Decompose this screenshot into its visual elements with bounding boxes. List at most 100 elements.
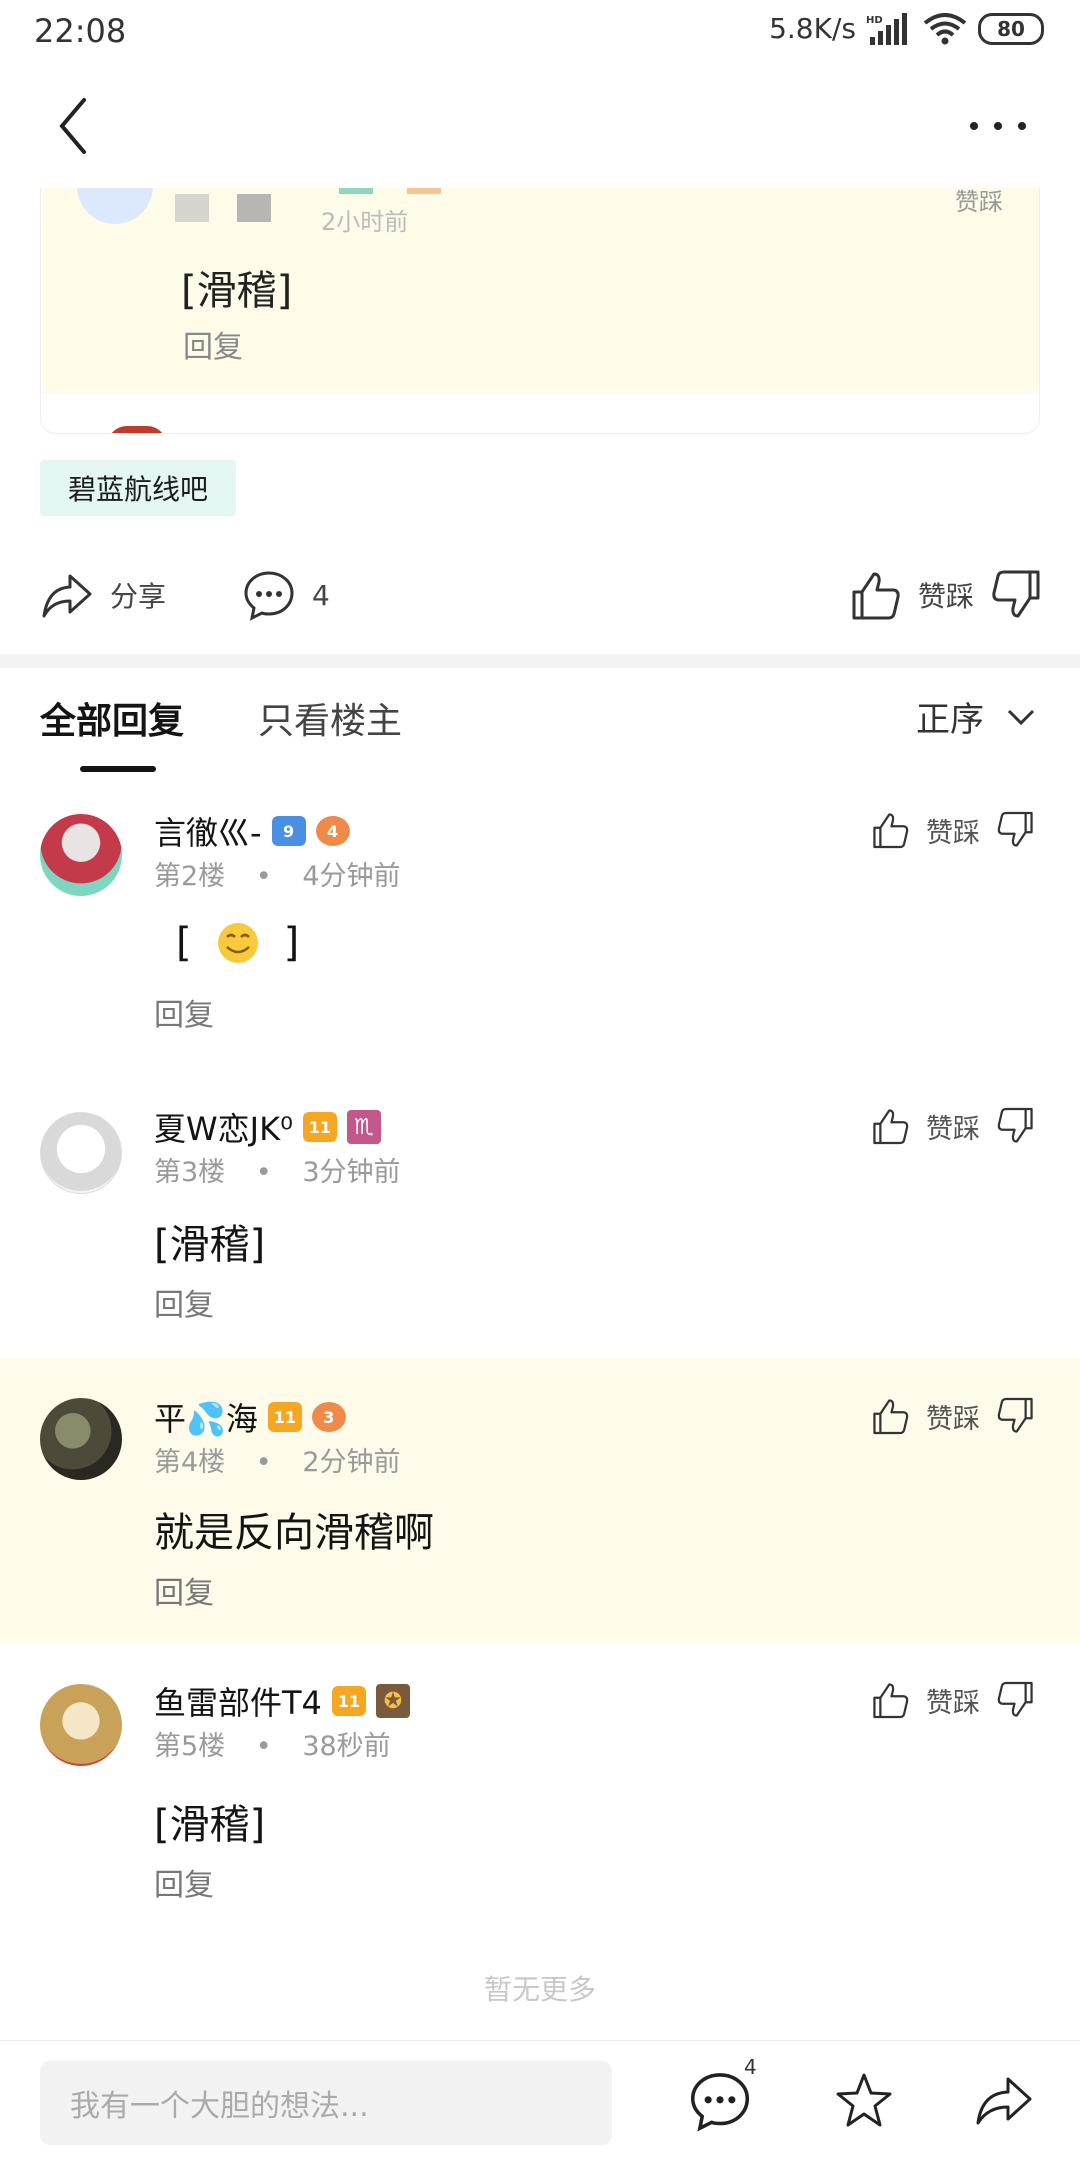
reply-item: 言徹巛- 9 4 第2楼 • 4分钟前 [ ] 回复 赞踩 (0, 790, 1080, 1070)
username-row[interactable]: 夏W恋JK⁰ 11 ♏ (154, 1104, 381, 1150)
comment-count-badge: 4 (744, 2055, 757, 2079)
reply-link[interactable]: 回复 (154, 1280, 214, 1324)
reply-meta: 第4楼 • 2分钟前 (154, 1440, 401, 1479)
username: 言徹巛- (154, 814, 262, 852)
thumbs-down-icon[interactable] (996, 1104, 1036, 1148)
thumbs-down-icon[interactable] (996, 1394, 1036, 1438)
comment-input-placeholder: 我有一个大胆的想法... (70, 2089, 369, 2124)
thumbs-down-icon[interactable] (990, 568, 1044, 622)
blurred-name-block (237, 194, 271, 222)
tab-all-replies[interactable]: 全部回复 (40, 692, 184, 744)
sort-dropdown[interactable]: 正序 (916, 692, 1036, 741)
comment-icon[interactable] (688, 2069, 752, 2133)
reply-link[interactable]: 回复 (154, 1568, 214, 1612)
vote-group: 赞踩 (870, 1678, 1036, 1722)
status-right: 5.8K/s HD 80 (769, 12, 1044, 45)
thumbs-up-icon[interactable] (870, 808, 910, 852)
bracket-right: ] (283, 920, 300, 966)
thumbs-up-icon[interactable] (870, 1678, 910, 1722)
active-tab-indicator (80, 766, 156, 772)
signal-icon: HD (866, 12, 907, 45)
chevron-down-icon (1007, 709, 1035, 725)
username-row[interactable]: 鱼雷部件T4 11 ✪ (154, 1678, 410, 1724)
floor-number: 第2楼 (154, 861, 226, 892)
achievement-badge: ✪ (375, 1684, 410, 1718)
username: 鱼雷部件T4 (154, 1684, 322, 1722)
reply-item: 夏W恋JK⁰ 11 ♏ 第3楼 • 3分钟前 [滑稽] 回复 赞踩 (0, 1090, 1080, 1358)
wifi-icon (923, 12, 967, 44)
vote-group: 赞踩 (870, 808, 1036, 852)
reply-content: [ ] (176, 920, 299, 966)
meta-separator: • (255, 861, 272, 892)
quoted-post-card[interactable]: 2小时前 赞踩 [滑稽] 回复 (40, 188, 1040, 434)
share-label: 分享 (110, 580, 167, 613)
top-nav-bar (0, 64, 1080, 188)
floor-number: 第4楼 (154, 1447, 226, 1478)
reply-time: 2分钟前 (302, 1447, 401, 1478)
level-badge: 11 (302, 1112, 337, 1142)
smiley-emoji-icon (217, 923, 258, 963)
username: 平💦海 (154, 1400, 258, 1438)
reply-meta: 第2楼 • 4分钟前 (154, 854, 401, 893)
sort-label: 正序 (916, 700, 984, 740)
vote-group: 赞踩 (870, 1394, 1036, 1438)
quoted-post-time: 2小时前 (321, 208, 409, 236)
floor-number: 第5楼 (154, 1731, 226, 1762)
status-time: 22:08 (34, 12, 127, 50)
comment-button[interactable]: 4 (242, 560, 330, 630)
reply-content: [滑稽] (154, 1222, 266, 1268)
quoted-reply-link[interactable]: 回复 (183, 322, 243, 366)
badge-strip (407, 188, 441, 194)
battery-indicator: 80 (978, 12, 1044, 45)
avatar[interactable] (40, 814, 122, 896)
vote-label: 赞踩 (926, 1687, 980, 1719)
share-button[interactable]: 分享 (40, 560, 166, 630)
thumbs-down-icon[interactable] (996, 1678, 1036, 1722)
vote-label: 赞踩 (926, 1403, 980, 1435)
avatar[interactable] (40, 1684, 122, 1766)
avatar[interactable] (40, 1398, 122, 1480)
tab-op-only[interactable]: 只看楼主 (258, 692, 402, 744)
quoted-post-text: [滑稽] (181, 268, 293, 314)
thumbs-up-icon[interactable] (870, 1104, 910, 1148)
more-options-icon[interactable] (966, 116, 1030, 136)
share-icon (42, 574, 92, 618)
vote-label: 赞踩 (926, 817, 980, 849)
forum-tag[interactable]: 碧蓝航线吧 (40, 460, 237, 516)
username-row[interactable]: 平💦海 11 3 (154, 1394, 346, 1440)
reply-time: 4分钟前 (302, 861, 401, 892)
reply-item-highlighted: 平💦海 11 3 第4楼 • 2分钟前 就是反向滑稽啊 回复 赞踩 (0, 1358, 1080, 1644)
meta-separator: • (255, 1157, 272, 1188)
username-row[interactable]: 言徹巛- 9 4 (154, 808, 350, 854)
badge-strip (339, 188, 373, 194)
zodiac-badge: ♏ (346, 1110, 381, 1144)
star-icon[interactable] (832, 2069, 896, 2133)
thumbs-down-icon[interactable] (996, 808, 1036, 852)
meta-separator: • (255, 1731, 272, 1762)
avatar[interactable] (40, 1112, 122, 1194)
quoted-vote-label[interactable]: 赞踩 (955, 188, 1003, 217)
level-badge: 11 (331, 1686, 366, 1716)
meta-separator: • (255, 1447, 272, 1478)
member-badge: 3 (311, 1402, 346, 1432)
thumbs-up-icon[interactable] (870, 1394, 910, 1438)
reply-link[interactable]: 回复 (154, 990, 214, 1034)
thumbs-up-icon[interactable] (848, 568, 902, 622)
comment-count: 4 (312, 578, 330, 612)
vote-group: 赞踩 (870, 1104, 1036, 1148)
blurred-name-block (175, 194, 209, 222)
back-arrow-icon[interactable] (50, 94, 100, 158)
reply-content: 就是反向滑稽啊 (154, 1510, 434, 1556)
member-badge: 4 (315, 816, 350, 846)
floor-number: 第3楼 (154, 1157, 226, 1188)
network-speed: 5.8K/s (769, 12, 856, 45)
avatar (107, 426, 167, 433)
share-icon[interactable] (972, 2069, 1036, 2133)
status-bar: 22:08 5.8K/s HD 80 (0, 0, 1080, 64)
bottom-bar: 我有一个大胆的想法... 4 (0, 2040, 1080, 2160)
reply-link[interactable]: 回复 (154, 1860, 214, 1904)
svg-text:HD: HD (866, 15, 883, 26)
level-badge: 11 (267, 1402, 302, 1432)
comment-input[interactable]: 我有一个大胆的想法... (40, 2061, 612, 2145)
vote-group: 赞踩 (848, 560, 1044, 630)
